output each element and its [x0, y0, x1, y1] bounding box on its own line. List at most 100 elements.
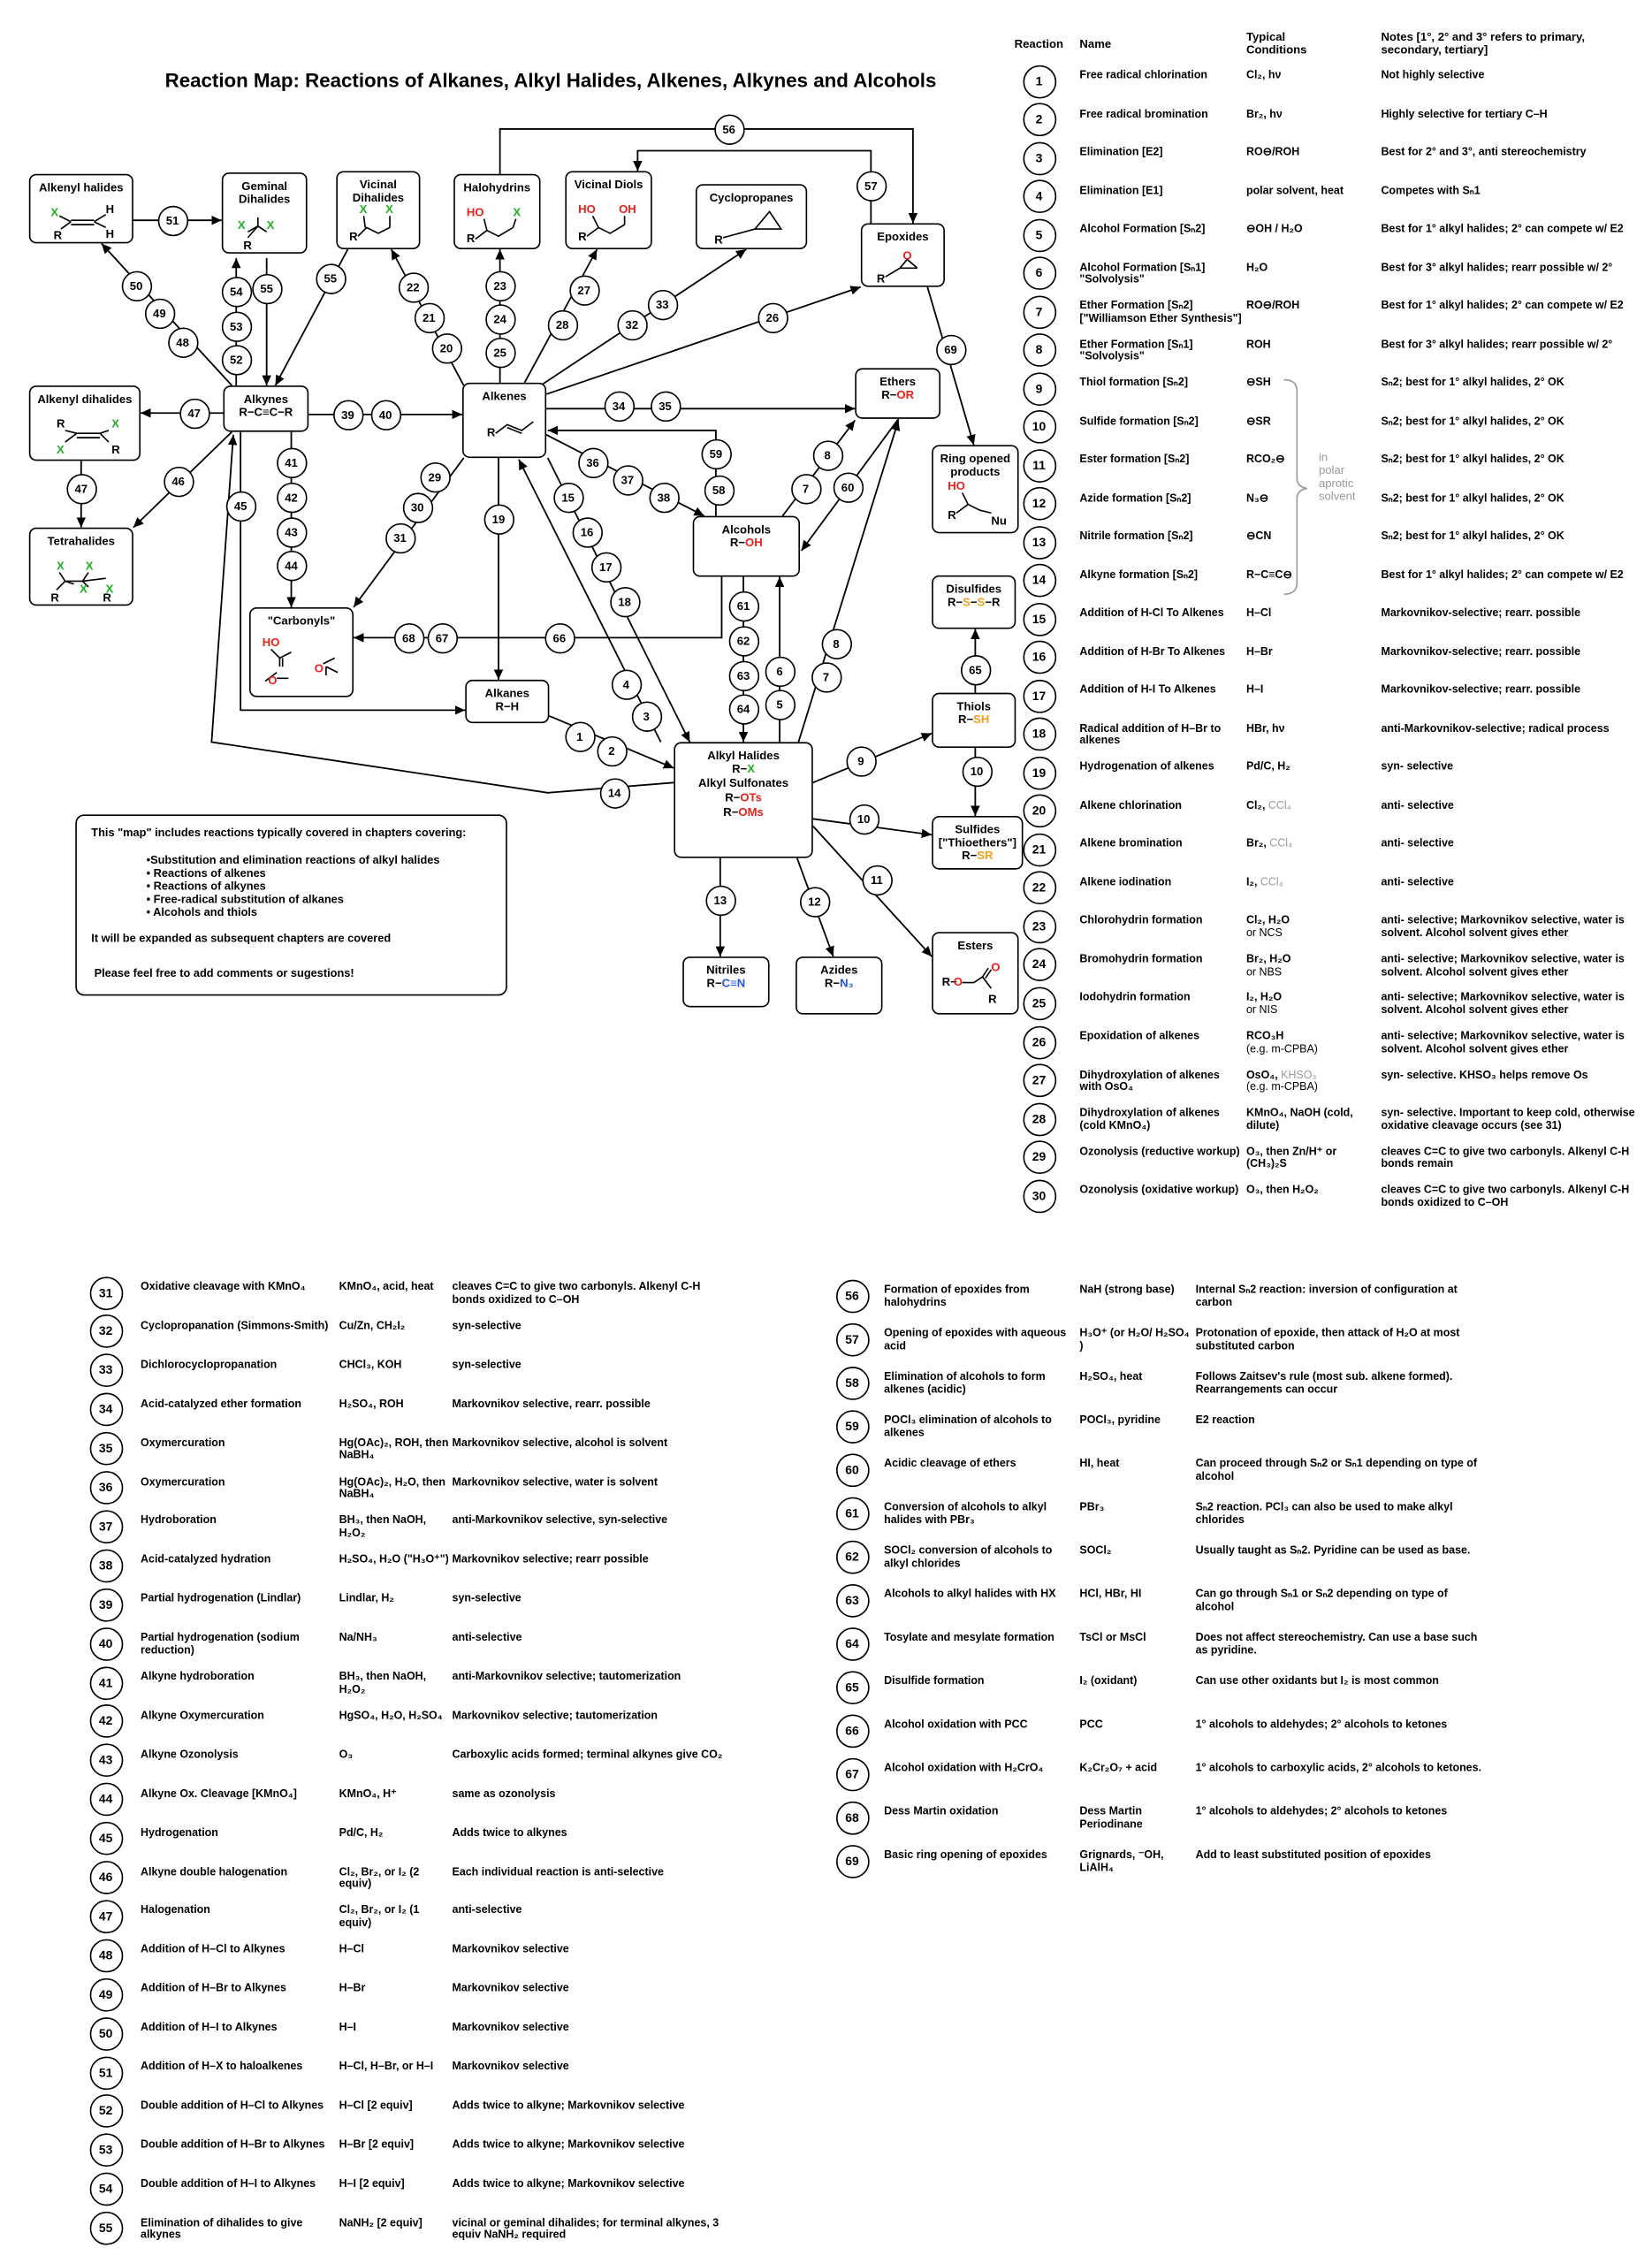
reaction-arrow: [797, 420, 901, 743]
reaction-number-47[interactable]: 47: [65, 473, 97, 504]
reaction-number-58[interactable]: 58: [703, 474, 735, 506]
info-bullet: • Alcohols and thiols: [146, 905, 258, 919]
reaction-number-64[interactable]: 64: [727, 693, 759, 724]
reaction-number-47[interactable]: 47: [179, 398, 209, 429]
reaction-number-1[interactable]: 1: [564, 720, 596, 752]
reaction-number-2[interactable]: 2: [596, 735, 628, 766]
reaction-number-5[interactable]: 5: [764, 689, 796, 720]
reaction-number-34[interactable]: 34: [603, 390, 635, 422]
reaction-number-3[interactable]: 3: [631, 700, 662, 732]
reaction-number-24[interactable]: 24: [484, 303, 515, 334]
reaction-number-badge: 34: [88, 1392, 123, 1427]
reaction-number-63[interactable]: 63: [727, 659, 759, 691]
structure-atom: X: [385, 202, 393, 217]
reaction-number-20[interactable]: 20: [430, 332, 462, 363]
reaction-number-69[interactable]: 69: [935, 333, 966, 365]
reaction-number-60[interactable]: 60: [832, 471, 864, 503]
reaction-number-31[interactable]: 31: [384, 522, 415, 553]
reaction-number-46[interactable]: 46: [163, 466, 194, 497]
compound-box-halohydrins: Halohydrins HO X R: [453, 173, 541, 249]
reaction-number-22[interactable]: 22: [398, 271, 429, 302]
reaction-number-13[interactable]: 13: [704, 884, 736, 916]
reaction-conditions: PCC: [1079, 1718, 1190, 1731]
reaction-number-4[interactable]: 4: [611, 668, 642, 700]
reaction-number-9[interactable]: 9: [845, 745, 877, 776]
reaction-number-54[interactable]: 54: [221, 276, 252, 307]
reaction-number-18[interactable]: 18: [609, 586, 640, 617]
reaction-number-badge: 67: [835, 1756, 869, 1791]
reaction-number-55[interactable]: 55: [315, 263, 346, 293]
reaction-number-33[interactable]: 33: [647, 289, 678, 320]
reaction-number-38[interactable]: 38: [648, 482, 680, 513]
reaction-number-66[interactable]: 66: [544, 622, 575, 653]
reaction-number-10[interactable]: 10: [848, 804, 879, 834]
info-bullet: • Free-radical substitution of alkanes: [146, 892, 344, 906]
reaction-number-25[interactable]: 25: [484, 337, 515, 368]
reaction-number-53[interactable]: 53: [221, 310, 252, 342]
reaction-number-6[interactable]: 6: [764, 655, 796, 687]
reaction-number-14[interactable]: 14: [598, 777, 630, 809]
reaction-number-12[interactable]: 12: [799, 886, 830, 917]
reaction-number-30[interactable]: 30: [401, 491, 433, 523]
reaction-number-23[interactable]: 23: [484, 270, 515, 301]
reaction-number-19[interactable]: 19: [483, 503, 514, 535]
conditions-text: H₂SO₄, ROH: [339, 1396, 404, 1410]
reaction-number-43[interactable]: 43: [276, 516, 307, 547]
reaction-number-56[interactable]: 56: [713, 113, 744, 145]
reaction-notes: Markovnikov selective, rearr. possible: [452, 1396, 651, 1410]
reaction-number-42[interactable]: 42: [276, 482, 307, 513]
reaction-number-27[interactable]: 27: [568, 274, 599, 306]
structure-atom: O: [268, 674, 278, 688]
reaction-number-45[interactable]: 45: [225, 490, 256, 522]
reaction-number-67[interactable]: 67: [426, 622, 458, 653]
reaction-number-52[interactable]: 52: [221, 344, 252, 375]
reaction-notes: syn-selective: [452, 1318, 521, 1332]
formula-part: R−: [962, 849, 978, 863]
reaction-number-49[interactable]: 49: [144, 297, 175, 329]
reaction-number-41[interactable]: 41: [276, 446, 307, 478]
structure-atom: OH: [619, 202, 636, 217]
reaction-number-16[interactable]: 16: [571, 516, 603, 547]
reaction-number-11[interactable]: 11: [861, 864, 893, 895]
reaction-number-26[interactable]: 26: [757, 301, 788, 333]
reaction-number-68[interactable]: 68: [393, 622, 424, 653]
reaction-number-37[interactable]: 37: [612, 464, 643, 495]
conditions-text: H–Br: [1245, 644, 1273, 658]
reaction-number-28[interactable]: 28: [546, 309, 578, 340]
reaction-number-44[interactable]: 44: [276, 550, 307, 581]
reaction-number-29[interactable]: 29: [419, 461, 451, 492]
reaction-number-39[interactable]: 39: [332, 399, 363, 431]
reaction-number-36[interactable]: 36: [577, 446, 608, 478]
reaction-number-8[interactable]: 8: [820, 628, 852, 659]
reaction-number-48[interactable]: 48: [167, 326, 198, 358]
header-reaction: Reaction: [1014, 37, 1064, 51]
reaction-number-7[interactable]: 7: [790, 473, 821, 504]
reaction-number-65[interactable]: 65: [960, 654, 991, 685]
reaction-number-55[interactable]: 55: [251, 273, 282, 304]
reaction-number-62[interactable]: 62: [727, 625, 759, 656]
reaction-number-35[interactable]: 35: [650, 390, 681, 422]
reaction-notes: Adds twice to alkynes: [452, 1825, 567, 1839]
conditions-text: RCO₂⊖: [1245, 452, 1285, 466]
reaction-number-17[interactable]: 17: [590, 551, 621, 583]
conditions-text: H–I: [339, 2020, 357, 2034]
reaction-number-61[interactable]: 61: [727, 591, 759, 621]
structure-atom: R: [56, 417, 65, 431]
reaction-number-15[interactable]: 15: [552, 482, 583, 513]
reaction-number-57[interactable]: 57: [856, 170, 887, 202]
compound-title: Alkyl Halides: [707, 749, 780, 763]
reaction-number-32[interactable]: 32: [616, 309, 648, 340]
conditions-solvent: CCl₄: [1268, 798, 1291, 811]
compound-box-thiols: Thiols R−SH: [932, 692, 1016, 748]
reaction-number-7[interactable]: 7: [811, 661, 841, 692]
conditions-text: Br₂,: [1245, 836, 1267, 850]
reaction-number-10[interactable]: 10: [961, 755, 993, 787]
reaction-number-21[interactable]: 21: [414, 301, 445, 333]
reaction-notes: anti-selective: [452, 1903, 522, 1917]
reaction-number-8[interactable]: 8: [811, 439, 843, 471]
reaction-number-51[interactable]: 51: [156, 204, 188, 236]
reaction-number-59[interactable]: 59: [700, 438, 732, 469]
reaction-number-50[interactable]: 50: [120, 270, 152, 301]
info-bullet: •Substitution and elimination reactions …: [146, 853, 440, 867]
reaction-number-40[interactable]: 40: [369, 399, 401, 431]
